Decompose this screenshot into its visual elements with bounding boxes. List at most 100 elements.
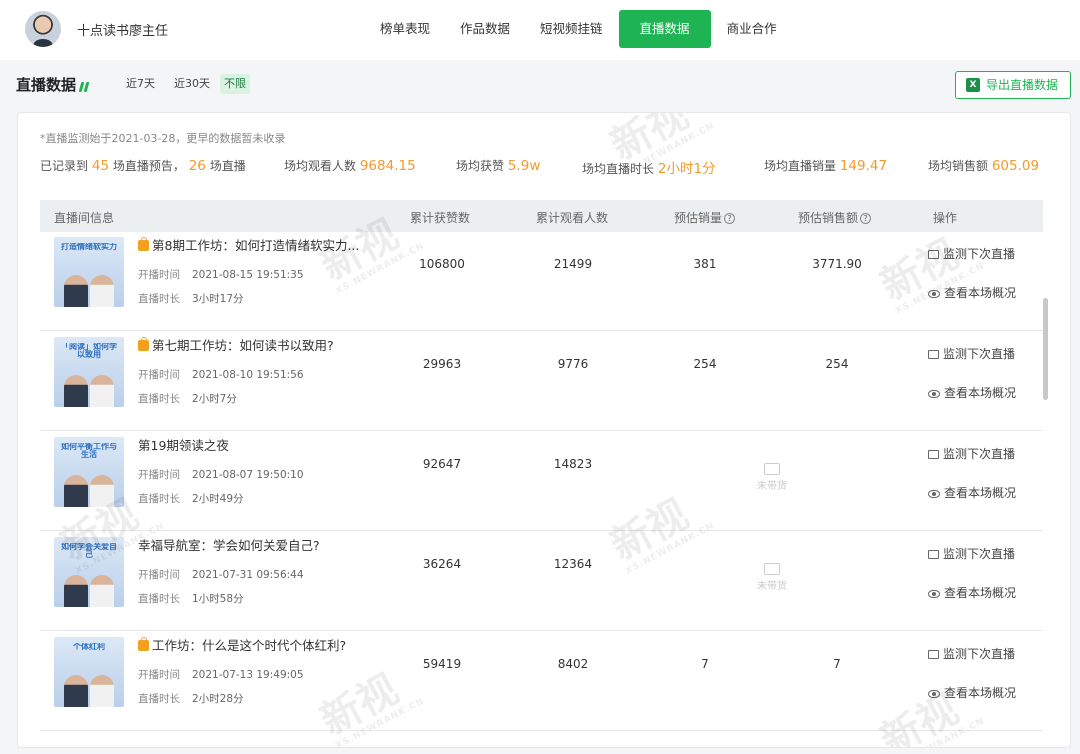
view-live-overview-button[interactable]: 查看本场概况 xyxy=(928,484,1016,501)
monitor-next-live-button[interactable]: 监测下次直播 xyxy=(928,645,1015,662)
viewers-value: 14823 xyxy=(553,457,593,471)
duration: 直播时长 1小时58分 xyxy=(138,593,244,605)
image-icon xyxy=(928,250,939,259)
tab-rankings[interactable]: 榜单表现 xyxy=(366,10,444,48)
monitor-next-live-button[interactable]: 监测下次直播 xyxy=(928,445,1015,462)
tab-business[interactable]: 商业合作 xyxy=(713,10,791,48)
export-label: 导出直播数据 xyxy=(986,78,1059,92)
range-30-days[interactable]: 近30天 xyxy=(170,74,214,94)
live-title[interactable]: 第19期领读之夜 xyxy=(138,435,229,454)
live-title[interactable]: 幸福导航室：学会如何关爱自己? xyxy=(138,535,320,554)
stat-avg-revenue: 场均销售额 605.09 xyxy=(928,158,1040,174)
est-revenue-value: 3771.90 xyxy=(812,257,862,271)
likes-value: 59419 xyxy=(422,657,462,671)
monitor-next-live-button[interactable]: 监测下次直播 xyxy=(928,545,1015,562)
est-revenue-value: 7 xyxy=(833,657,841,671)
help-icon[interactable]: ? xyxy=(860,213,872,224)
stat-avg-likes: 场均获赞 5.9w xyxy=(456,158,541,174)
live-title[interactable]: 第七期工作坊：如何读书以致用? xyxy=(138,335,334,354)
stat-avg-sales: 场均直播销量 149.47 xyxy=(764,158,888,174)
eye-icon xyxy=(928,590,940,598)
eye-icon xyxy=(928,290,940,298)
view-live-overview-button[interactable]: 查看本场概况 xyxy=(928,684,1016,701)
monitor-next-live-button[interactable]: 监测下次直播 xyxy=(928,345,1015,362)
table-row: 打造情绪软实力 第8期工作坊：如何打造情绪软实力... 开播时间 2021-08-15… xyxy=(40,232,1043,331)
col-room-info: 直播间信息 xyxy=(54,211,115,225)
summary-stats: 已记录到 45 场直播预告， 26 场直播 场均观看人数 9684.15 场均获… xyxy=(40,157,1050,179)
table-row: 如何平衡工作与生活 第19期领读之夜开播时间 2021-08-07 19:50:10… xyxy=(40,431,1043,531)
viewers-value: 21499 xyxy=(553,257,593,271)
excel-icon: X xyxy=(966,78,980,92)
likes-value: 36264 xyxy=(422,557,462,571)
view-live-overview-button[interactable]: 查看本场概况 xyxy=(928,384,1016,401)
duration: 直播时长 3小时17分 xyxy=(138,293,244,305)
table-row: 「阅读」如何学以致用 第七期工作坊：如何读书以致用? 开播时间 2021-08-10 … xyxy=(40,331,1043,431)
col-viewers[interactable]: 累计观看人数 xyxy=(536,209,608,226)
avatar[interactable] xyxy=(25,11,61,47)
live-cover-thumbnail[interactable]: 「阅读」如何学以致用 xyxy=(54,337,124,407)
viewers-value: 8402 xyxy=(557,657,589,671)
section-title: 直播数据 xyxy=(16,76,77,94)
stat-avg-viewers: 场均观看人数 9684.15 xyxy=(284,158,416,174)
monitor-note: *直播监测始于2021-03-28，更早的数据暂未收录 xyxy=(40,132,286,145)
viewers-value: 12364 xyxy=(553,557,593,571)
start-time: 开播时间 2021-08-15 19:51:35 xyxy=(138,269,304,281)
est-sales-value: 254 xyxy=(693,357,717,371)
live-data-card: *直播监测始于2021-03-28，更早的数据暂未收录 已记录到 45 场直播预… xyxy=(17,112,1071,748)
duration: 直播时长 2小时28分 xyxy=(138,693,244,705)
est-sales-value: 7 xyxy=(701,657,709,671)
col-est-revenue[interactable]: 预估销售额? xyxy=(798,209,872,226)
image-icon xyxy=(928,550,939,559)
col-actions: 操作 xyxy=(933,211,958,225)
live-cover-thumbnail[interactable]: 如何学会关爱自己 xyxy=(54,537,124,607)
likes-value: 29963 xyxy=(422,357,462,371)
image-icon xyxy=(928,450,939,459)
table-header: 直播间信息 累计获赞数 累计观看人数 预估销量? 预估销售额? 操作 xyxy=(40,200,1043,232)
view-live-overview-button[interactable]: 查看本场概况 xyxy=(928,284,1016,301)
stat-recorded: 已记录到 45 场直播预告， 26 场直播 xyxy=(40,158,246,174)
view-live-overview-button[interactable]: 查看本场概况 xyxy=(928,584,1016,601)
tab-works[interactable]: 作品数据 xyxy=(446,10,524,48)
cart-icon xyxy=(764,463,780,475)
duration: 直播时长 2小时49分 xyxy=(138,493,244,505)
start-time: 开播时间 2021-07-31 09:56:44 xyxy=(138,569,304,581)
start-time: 开播时间 2021-08-10 19:51:56 xyxy=(138,369,304,381)
main-tabs: 榜单表现 作品数据 短视频挂链 直播数据 商业合作 xyxy=(366,10,793,48)
range-7-days[interactable]: 近7天 xyxy=(122,74,159,94)
range-all[interactable]: 不限 xyxy=(220,74,250,94)
col-est-sales[interactable]: 预估销量? xyxy=(674,209,736,226)
image-icon xyxy=(928,350,939,359)
live-title[interactable]: 工作坊：什么是这个时代个体红利? xyxy=(138,635,346,654)
live-list: 打造情绪软实力 第8期工作坊：如何打造情绪软实力... 开播时间 2021-08-15… xyxy=(40,232,1043,742)
export-live-data-button[interactable]: X 导出直播数据 xyxy=(955,71,1071,99)
eye-icon xyxy=(928,490,940,498)
live-title[interactable]: 第8期工作坊：如何打造情绪软实力... xyxy=(138,235,359,254)
start-time: 开播时间 2021-07-13 19:49:05 xyxy=(138,669,304,681)
no-cart-badge: 未带货 xyxy=(754,463,790,492)
account-name: 十点读书廖主任 xyxy=(77,24,169,39)
start-time: 开播时间 2021-08-07 19:50:10 xyxy=(138,469,304,481)
est-revenue-value: 254 xyxy=(825,357,849,371)
help-icon[interactable]: ? xyxy=(724,213,736,224)
live-cover-thumbnail[interactable]: 如何平衡工作与生活 xyxy=(54,437,124,507)
duration: 直播时长 2小时7分 xyxy=(138,393,237,405)
tab-live-data[interactable]: 直播数据 xyxy=(618,10,711,48)
live-cover-thumbnail[interactable]: 个体红利 xyxy=(54,637,124,707)
shopping-bag-icon xyxy=(138,337,149,351)
stat-avg-duration: 场均直播时长 2小时1分 xyxy=(582,161,716,177)
shopping-bag-icon xyxy=(138,637,149,651)
list-scrollbar[interactable] xyxy=(1043,298,1048,400)
cart-icon xyxy=(764,563,780,575)
likes-value: 106800 xyxy=(419,257,465,271)
tab-video-links[interactable]: 短视频挂链 xyxy=(526,10,617,48)
live-cover-thumbnail[interactable]: 打造情绪软实力 xyxy=(54,237,124,307)
likes-value: 92647 xyxy=(422,457,462,471)
section-accent-icon xyxy=(78,77,90,96)
section-header: 直播数据 近7天 近30天 不限 X 导出直播数据 xyxy=(0,60,1080,110)
est-sales-value: 381 xyxy=(693,257,717,271)
monitor-next-live-button[interactable]: 监测下次直播 xyxy=(928,245,1015,262)
col-likes[interactable]: 累计获赞数 xyxy=(410,209,470,226)
top-bar: 十点读书廖主任 榜单表现 作品数据 短视频挂链 直播数据 商业合作 xyxy=(0,0,1080,60)
eye-icon xyxy=(928,390,940,398)
table-row: 个体红利 工作坊：什么是这个时代个体红利? 开播时间 2021-07-13 19:49… xyxy=(40,631,1043,731)
